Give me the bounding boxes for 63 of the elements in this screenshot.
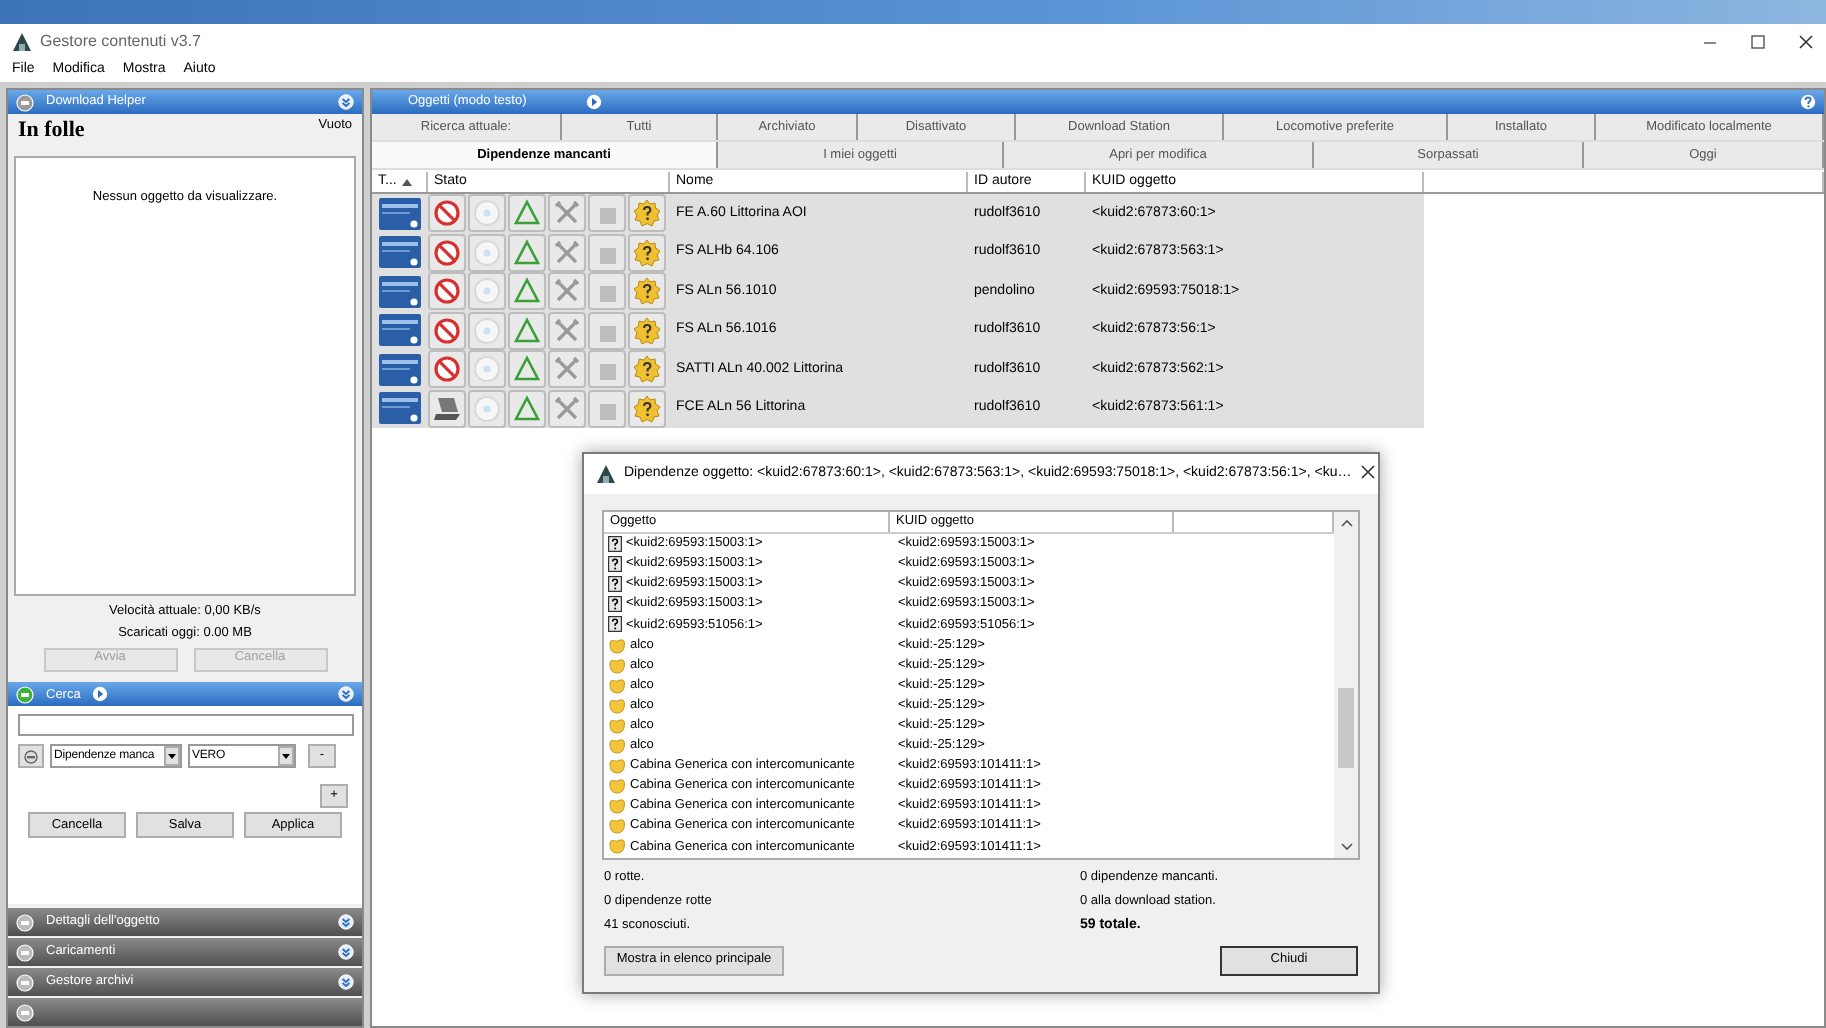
toggle-icon[interactable] [16,93,34,111]
tools-icon [548,311,586,350]
panel-header[interactable] [8,998,362,1026]
no-entry-icon [428,233,466,272]
search-field[interactable] [18,714,354,737]
square-icon [588,350,626,389]
railcar-icon [378,195,422,232]
toggle-icon[interactable] [16,943,34,961]
app-icon [596,464,616,484]
gear-question-icon [628,233,666,272]
disc-icon [468,233,506,272]
square-icon [588,233,626,272]
app-icon [12,32,32,52]
railcar-icon [378,273,422,310]
window-title: Gestore contenuti v3.7 [40,32,201,52]
circle-icon [24,749,38,764]
play-icon[interactable] [92,686,109,703]
tools-icon [548,233,586,272]
circle-button[interactable] [18,744,44,769]
question-box-icon [608,576,622,593]
caret-icon [164,746,180,767]
disc-icon [468,272,506,311]
toggle-icon[interactable] [16,973,34,991]
maximize-icon[interactable] [1750,34,1766,50]
tools-icon [548,272,586,311]
sort-arrow-icon [402,178,413,186]
close-icon[interactable] [1798,34,1814,50]
chevron-icon[interactable] [338,93,354,110]
square-icon [588,272,626,311]
scroll-down-icon[interactable] [1339,842,1353,852]
chevron-icon[interactable] [338,973,354,990]
chevron-icon[interactable] [338,913,354,930]
play-icon[interactable] [586,94,603,110]
railcar-icon [378,390,422,427]
question-box-icon [608,556,622,573]
gear-question-icon [628,272,666,311]
chevron-icon[interactable] [338,943,354,960]
help-icon[interactable] [1800,93,1816,110]
scrollbar[interactable] [1334,512,1358,858]
scroll-up-icon[interactable] [1339,518,1353,528]
tools-icon [548,350,586,389]
railcar-icon [378,351,422,388]
question-box-icon [608,616,622,633]
close-icon[interactable] [1359,464,1376,481]
gear-question-icon [628,311,666,350]
square-icon [588,311,626,350]
toggle-icon[interactable] [16,1003,34,1021]
question-box-icon [608,536,622,553]
disc-icon [468,311,506,350]
railcar-icon [378,234,422,271]
toggle-icon[interactable] [16,913,34,931]
toggle-icon[interactable] [16,685,34,704]
no-entry-icon [428,350,466,389]
no-entry-icon [428,311,466,350]
railcar-icon [378,312,422,349]
caret-icon [278,746,294,767]
gear-question-icon [628,350,666,389]
status-text: In folle [18,118,85,146]
chevron-icon[interactable] [338,686,354,703]
scrollbar-thumb[interactable] [1338,688,1354,768]
disc-icon [468,350,506,389]
no-entry-icon [428,272,466,311]
question-box-icon [608,596,622,613]
